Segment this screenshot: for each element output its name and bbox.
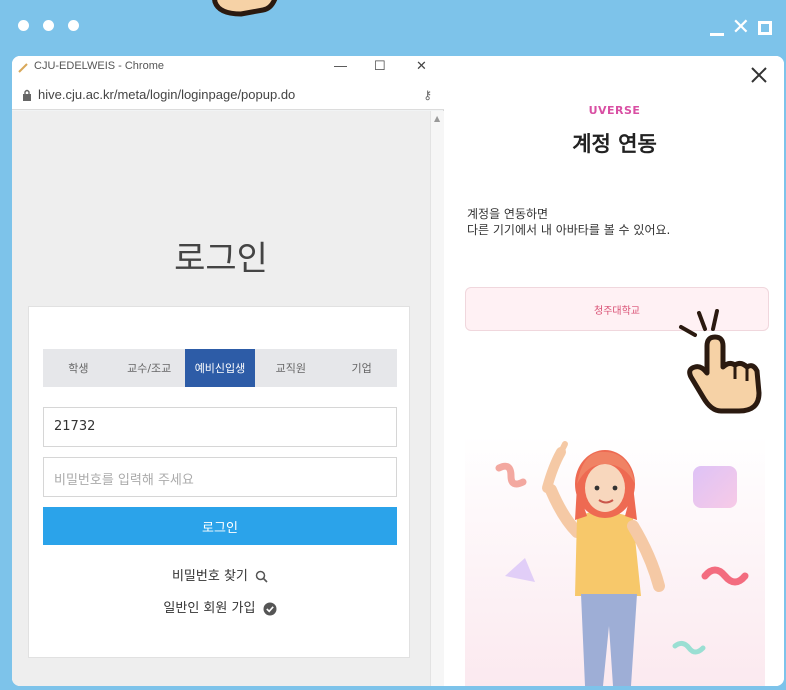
- chrome-maximize-button[interactable]: ☐: [374, 58, 386, 74]
- join-link[interactable]: 일반인 회원 가입: [29, 597, 411, 616]
- check-circle-icon: [263, 602, 277, 615]
- id-input[interactable]: 21732: [43, 407, 397, 447]
- search-icon: [255, 570, 268, 583]
- close-icon[interactable]: ✕: [732, 17, 750, 39]
- password-input[interactable]: 비밀번호를 입력해 주세요: [43, 457, 397, 497]
- tab-prospective-student[interactable]: 예비신입생: [184, 349, 256, 387]
- find-password-label: 비밀번호 찾기: [171, 569, 248, 584]
- tab-company[interactable]: 기업: [326, 349, 397, 387]
- window-controls: ✕: [709, 17, 772, 39]
- chrome-address-bar[interactable]: hive.cju.ac.kr/meta/login/loginpage/popu…: [12, 80, 444, 110]
- panel-title: 계정 연동: [572, 132, 657, 156]
- avatar-illustration: [465, 436, 765, 686]
- login-card: 학생 교수/조교 예비신입생 교직원 기업 21732 비밀번호를 입력해 주세…: [28, 306, 410, 658]
- key-icon[interactable]: ⚷: [423, 88, 432, 102]
- window-dots: [18, 20, 79, 31]
- page-title: 로그인: [174, 239, 268, 279]
- hand-icon: [212, 0, 278, 17]
- tab-staff[interactable]: 교직원: [255, 349, 326, 387]
- url-text[interactable]: hive.cju.ac.kr/meta/login/loginpage/popu…: [38, 87, 295, 102]
- login-button[interactable]: 로그인: [43, 507, 397, 545]
- outer-window-frame: ✕ CJU-EDELWEIS - Chrome — ☐ ✕ hive.cju.a…: [0, 0, 786, 690]
- description-line: 다른 기기에서 내 아바타를 볼 수 있어요.: [467, 223, 671, 237]
- user-type-tabs: 학생 교수/조교 예비신입생 교직원 기업: [43, 349, 397, 387]
- tab-professor[interactable]: 교수/조교: [114, 349, 185, 387]
- panel-description: 계정을 연동하면 다른 기기에서 내 아바타를 볼 수 있어요.: [467, 206, 670, 238]
- account-link-panel: UVERSE 계정 연동 계정을 연동하면 다른 기기에서 내 아바타를 볼 수…: [445, 56, 784, 686]
- favicon-icon: [18, 63, 28, 73]
- chrome-window-title: CJU-EDELWEIS - Chrome: [34, 60, 164, 72]
- dot-icon: [68, 20, 79, 31]
- chrome-close-button[interactable]: ✕: [416, 58, 427, 74]
- login-page: 로그인 학생 교수/조교 예비신입생 교직원 기업 21732 비밀번호를 입력…: [12, 111, 430, 686]
- chrome-minimize-button[interactable]: —: [334, 58, 347, 73]
- join-label: 일반인 회원 가입: [163, 601, 256, 616]
- tab-student[interactable]: 학생: [43, 349, 114, 387]
- description-line: 계정을 연동하면: [467, 207, 549, 221]
- lock-icon: [23, 89, 31, 101]
- chrome-title-bar: CJU-EDELWEIS - Chrome — ☐ ✕: [12, 56, 444, 80]
- close-icon[interactable]: [748, 64, 770, 86]
- dot-icon: [18, 20, 29, 31]
- inner-window: CJU-EDELWEIS - Chrome — ☐ ✕ hive.cju.ac.…: [12, 56, 784, 686]
- pointing-hand-icon: [679, 309, 762, 414]
- dot-icon: [43, 20, 54, 31]
- find-password-link[interactable]: 비밀번호 찾기: [29, 565, 411, 584]
- maximize-icon[interactable]: [758, 21, 772, 35]
- scroll-up-icon[interactable]: ▲: [434, 114, 440, 123]
- brand-label: UVERSE: [588, 104, 641, 117]
- chrome-popup-window: CJU-EDELWEIS - Chrome — ☐ ✕ hive.cju.ac.…: [12, 56, 444, 686]
- scrollbar[interactable]: ▲: [430, 111, 444, 686]
- minimize-icon[interactable]: [709, 32, 724, 36]
